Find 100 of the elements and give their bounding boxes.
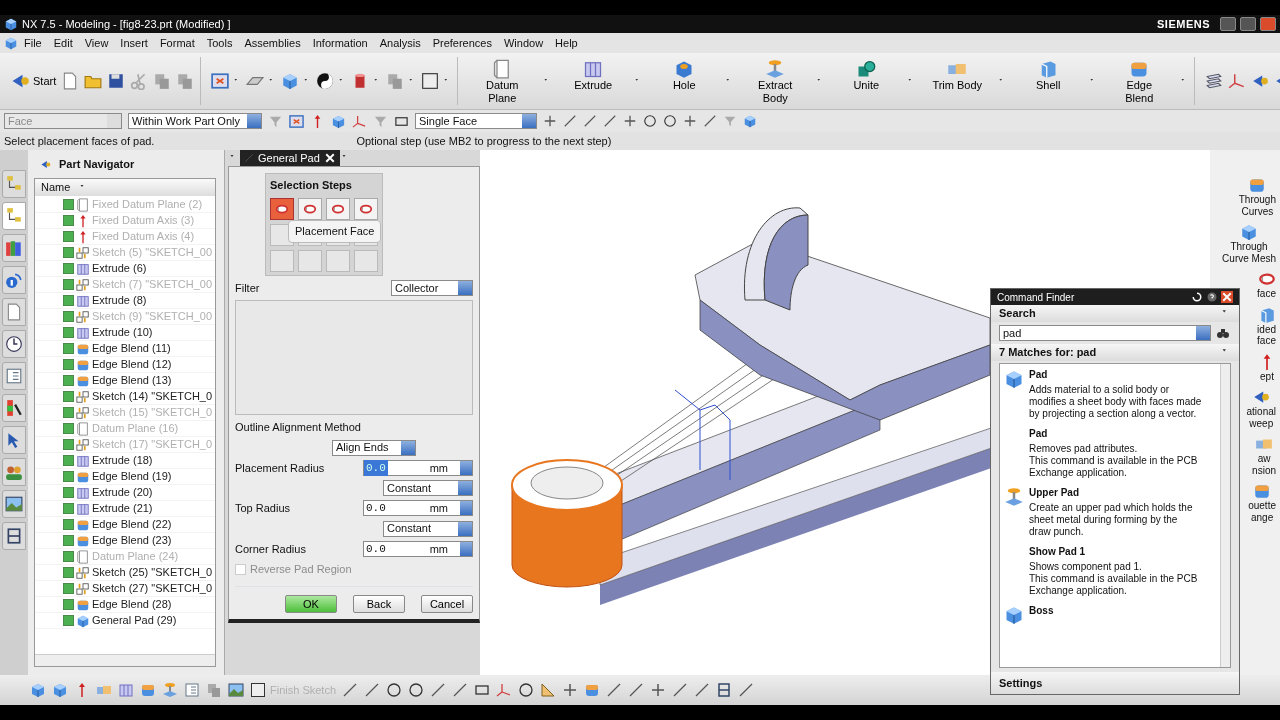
cube-icon[interactable] (52, 682, 68, 698)
block-icon[interactable] (206, 682, 222, 698)
circle-icon[interactable] (643, 114, 657, 128)
cube-icon[interactable] (281, 72, 300, 90)
law-dropdown[interactable]: Constant (383, 480, 473, 496)
circle-icon[interactable] (663, 114, 677, 128)
menu-item[interactable]: Insert (114, 34, 154, 52)
line-icon[interactable] (603, 114, 617, 128)
mirror-icon[interactable] (672, 682, 689, 698)
extrude-icon[interactable] (118, 682, 134, 698)
tree-item[interactable]: Edge Blend (12) (92, 357, 172, 372)
menu-item[interactable]: Assemblies (238, 34, 307, 52)
checkbox[interactable] (63, 567, 74, 578)
help-icon[interactable] (1206, 291, 1218, 303)
save-icon[interactable] (107, 72, 126, 90)
command-button[interactable]: Hole (650, 57, 719, 105)
law-dropdown[interactable]: Constant (383, 520, 473, 537)
filter-dropdown[interactable]: Collector (391, 279, 473, 296)
checkbox[interactable] (63, 551, 74, 562)
command-label[interactable]: aw nsion (1252, 453, 1276, 476)
checkbox[interactable] (63, 375, 74, 386)
result-title[interactable]: Boss (1029, 605, 1054, 617)
minimize-button[interactable] (1220, 17, 1236, 31)
tree-item[interactable]: General Pad (29) (92, 613, 177, 628)
command-label[interactable]: ouette ange (1248, 500, 1276, 523)
refresh-icon[interactable] (1191, 291, 1203, 303)
alignment-dropdown[interactable]: Align Ends (332, 439, 416, 456)
result-title[interactable]: Show Pad 1 (1029, 546, 1198, 558)
tree-item[interactable]: Edge Blend (22) (92, 517, 172, 532)
tree-item[interactable]: Sketch (14) "SKETCH_0 (92, 389, 213, 404)
tree-item[interactable]: Extrude (18) (92, 453, 153, 468)
restore-button[interactable] (1240, 17, 1256, 31)
pedestal-icon[interactable] (1004, 487, 1024, 507)
command-button[interactable]: Edge Blend (1105, 57, 1174, 105)
dialog-button[interactable]: OK (285, 594, 337, 613)
resource-tab[interactable] (2, 394, 26, 422)
tree-item[interactable]: Sketch (27) "SKETCH_0 (92, 581, 213, 596)
resource-tab[interactable] (2, 522, 26, 550)
section-title[interactable]: Search (999, 305, 1036, 322)
menu-item[interactable]: Preferences (426, 34, 498, 52)
line-icon[interactable] (703, 114, 717, 128)
line-icon[interactable] (583, 114, 597, 128)
checkbox[interactable] (63, 311, 74, 322)
menu-item[interactable]: Format (153, 34, 201, 52)
checkbox[interactable] (63, 599, 74, 610)
extend-icon[interactable] (628, 682, 645, 698)
dialog-button[interactable]: Back (353, 594, 405, 613)
tree-item[interactable]: Extrude (8) (92, 293, 147, 308)
corner-icon[interactable] (650, 682, 667, 698)
line-icon[interactable] (563, 114, 577, 128)
shading-icon[interactable] (316, 72, 335, 90)
cube-icon[interactable] (1004, 369, 1024, 389)
step-button[interactable] (298, 197, 322, 220)
command-button[interactable]: Unite (832, 57, 901, 105)
checkbox[interactable] (63, 343, 74, 354)
number-field[interactable]: 0.0 mm (363, 540, 473, 557)
command-label[interactable]: ept (1260, 370, 1274, 382)
checkbox[interactable] (63, 583, 74, 594)
cube-icon[interactable] (30, 682, 46, 698)
step-button[interactable] (326, 197, 350, 220)
command-button[interactable]: Extract Body (741, 57, 810, 105)
horizontal-scrollbar[interactable] (35, 654, 215, 666)
checkbox[interactable] (63, 423, 74, 434)
cube-icon[interactable] (1004, 605, 1024, 625)
menu-item[interactable]: Help (549, 34, 584, 52)
copy-icon[interactable] (153, 72, 172, 90)
menu-item[interactable]: Information (306, 34, 374, 52)
search-field[interactable]: pad (999, 325, 1211, 341)
list-icon[interactable] (184, 682, 200, 698)
filter-icon[interactable] (723, 114, 737, 128)
constraint-icon[interactable] (738, 682, 755, 698)
tree-item[interactable]: Sketch (25) "SKETCH_0 (92, 565, 213, 580)
checkbox[interactable] (63, 359, 74, 370)
paste-icon[interactable] (176, 72, 195, 90)
fit-view-icon[interactable] (211, 72, 230, 90)
menu-item[interactable]: File (18, 34, 48, 52)
offset-icon[interactable] (584, 682, 601, 698)
checkbox[interactable] (63, 295, 74, 306)
menu-item[interactable]: View (78, 34, 115, 52)
triangle-icon[interactable] (540, 682, 557, 698)
tree-item[interactable]: Edge Blend (13) (92, 373, 172, 388)
checkbox[interactable] (63, 503, 74, 514)
menu-item[interactable]: Window (497, 34, 550, 52)
tree-item[interactable]: Extrude (10) (92, 325, 153, 340)
checkbox[interactable] (63, 471, 74, 482)
scope-dropdown[interactable]: Within Work Part Only (128, 113, 262, 129)
tree-item[interactable]: Extrude (20) (92, 485, 153, 500)
checkbox[interactable] (63, 615, 74, 626)
dialog-button[interactable]: Cancel (421, 594, 473, 613)
checkbox[interactable] (63, 535, 74, 546)
profile-icon[interactable] (342, 682, 359, 698)
checkbox[interactable] (63, 263, 74, 274)
command-button[interactable]: Trim Body (923, 57, 992, 105)
vertical-scrollbar[interactable] (1220, 364, 1230, 667)
line-icon[interactable] (364, 682, 381, 698)
dialog-tab[interactable]: General Pad (240, 150, 340, 166)
result-title[interactable]: Pad (1029, 369, 1202, 381)
step-button[interactable] (270, 197, 294, 220)
resource-tab[interactable] (2, 490, 26, 518)
point-icon[interactable] (562, 682, 579, 698)
